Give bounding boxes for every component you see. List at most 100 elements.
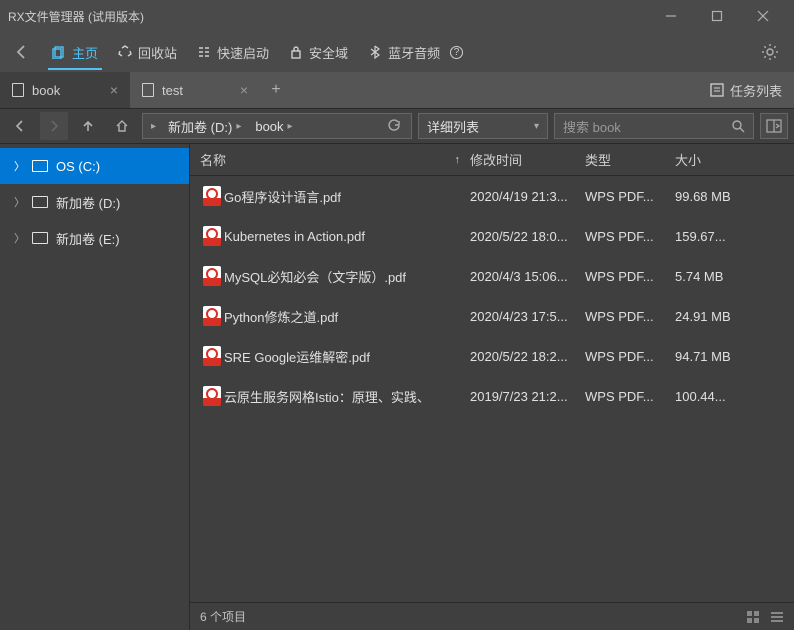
tree-item-label: 新加卷 (E:) [56,229,120,248]
tab-doc-icon [12,83,24,97]
tab-label: book [32,83,60,98]
file-row[interactable]: Go程序设计语言.pdf2020/4/19 21:3...WPS PDF...9… [190,176,794,216]
menu-item-1[interactable]: 回收站 [108,34,187,70]
breadcrumb-root-icon: ▸ [147,121,160,132]
file-type: WPS PDF... [585,229,675,244]
file-row[interactable]: SRE Google运维解密.pdf2020/5/22 18:2...WPS P… [190,336,794,376]
pdf-file-icon [200,266,224,286]
search-icon [731,119,745,133]
sort-arrow-icon: ↑ [455,154,461,166]
file-size: 24.91 MB [675,309,765,324]
file-row[interactable]: Python修炼之道.pdf2020/4/23 17:5...WPS PDF..… [190,296,794,336]
tree-item-1[interactable]: 〉 新加卷 (D:) [0,184,189,220]
view-mode-select[interactable]: 详细列表 ▾ [418,113,548,139]
menu-item-label: 主页 [72,43,98,62]
tab-close-button[interactable]: × [240,82,248,98]
file-date: 2020/5/22 18:2... [470,349,585,364]
pdf-file-icon [200,306,224,326]
nav-home-button[interactable] [108,112,136,140]
tree-expand-icon[interactable]: 〉 [14,194,24,210]
pdf-file-icon [200,186,224,206]
column-headers: 名称↑ 修改时间 类型 大小 [190,144,794,176]
file-size: 159.67... [675,229,765,244]
tree-item-label: 新加卷 (D:) [56,193,120,212]
tree-item-2[interactable]: 〉 新加卷 (E:) [0,220,189,256]
tab-label: test [162,83,183,98]
disk-icon [32,160,48,172]
refresh-button[interactable] [381,119,407,133]
pdf-file-icon [200,386,224,406]
file-name: Kubernetes in Action.pdf [224,229,470,244]
file-date: 2020/4/23 17:5... [470,309,585,324]
breadcrumb-segment[interactable]: book▸ [249,114,298,138]
tasklist-button[interactable]: 任务列表 [698,72,794,108]
file-type: WPS PDF... [585,389,675,404]
file-date: 2020/4/3 15:06... [470,269,585,284]
file-date: 2020/4/19 21:3... [470,189,585,204]
file-size: 94.71 MB [675,349,765,364]
menu-back-button[interactable] [6,44,38,60]
chevron-down-icon: ▾ [534,121,539,132]
file-name: 云原生服务网格Istio：原理、实践、 [224,387,470,406]
column-header-type[interactable]: 类型 [585,150,675,169]
tab-0[interactable]: book × [0,72,130,108]
file-size: 5.74 MB [675,269,765,284]
file-row[interactable]: MySQL必知必会（文字版）.pdf2020/4/3 15:06...WPS P… [190,256,794,296]
sidebar: 〉OS (C:)〉新加卷 (D:)〉新加卷 (E:) [0,144,190,630]
maximize-button[interactable] [694,0,740,32]
menu-item-0[interactable]: 主页 [42,34,108,70]
nav-up-button[interactable] [74,112,102,140]
breadcrumb[interactable]: ▸ 新加卷 (D:)▸ book▸ [142,113,412,139]
status-count: 6 个项目 [200,608,246,625]
file-row[interactable]: 云原生服务网格Istio：原理、实践、2019/7/23 21:2...WPS … [190,376,794,416]
file-row[interactable]: Kubernetes in Action.pdf2020/5/22 18:0..… [190,216,794,256]
file-name: Python修炼之道.pdf [224,307,470,326]
menubar: 主页回收站快速启动 安全域蓝牙音频? [0,32,794,72]
column-header-date[interactable]: 修改时间 [470,150,585,169]
search-placeholder: 搜索 book [563,117,621,136]
disk-icon [32,232,48,244]
tree-expand-icon[interactable]: 〉 [14,158,24,174]
file-date: 2020/5/22 18:0... [470,229,585,244]
breadcrumb-segment[interactable]: 新加卷 (D:)▸ [162,114,247,138]
status-list-icon[interactable] [770,610,784,624]
menu-item-4[interactable]: 蓝牙音频? [358,34,473,70]
file-size: 100.44... [675,389,765,404]
menu-item-label: 蓝牙音频 [388,43,440,62]
nav-back-button[interactable] [6,112,34,140]
recycle-icon [118,45,132,59]
dual-pane-button[interactable] [760,113,788,139]
column-header-size[interactable]: 大小 [675,150,765,169]
pdf-file-icon [200,226,224,246]
nav-forward-button[interactable] [40,112,68,140]
tree-expand-icon[interactable]: 〉 [14,230,24,246]
close-button[interactable] [740,0,786,32]
tasklist-icon [710,83,724,97]
disk-icon [32,196,48,208]
tabbar: book × test × + 任务列表 [0,72,794,108]
menu-item-2[interactable]: 快速启动 [187,34,279,70]
tree-item-0[interactable]: 〉 OS (C:) [0,148,189,184]
settings-button[interactable] [752,43,788,61]
tab-1[interactable]: test × [130,72,260,108]
new-tab-button[interactable]: + [260,72,292,108]
file-name: Go程序设计语言.pdf [224,187,470,206]
search-input[interactable]: 搜索 book [554,113,754,139]
titlebar: RX文件管理器 (试用版本) [0,0,794,32]
quicklaunch-icon [197,45,211,59]
column-header-name[interactable]: 名称↑ [200,150,470,169]
minimize-button[interactable] [648,0,694,32]
addressbar: ▸ 新加卷 (D:)▸ book▸ 详细列表 ▾ 搜索 book [0,108,794,144]
tab-doc-icon [142,83,154,97]
file-pane: 名称↑ 修改时间 类型 大小 Go程序设计语言.pdf2020/4/19 21:… [190,144,794,630]
tree-item-label: OS (C:) [56,159,100,174]
statusbar: 6 个项目 [190,602,794,630]
file-type: WPS PDF... [585,189,675,204]
file-type: WPS PDF... [585,349,675,364]
tab-close-button[interactable]: × [110,82,118,98]
file-date: 2019/7/23 21:2... [470,389,585,404]
file-type: WPS PDF... [585,269,675,284]
status-grid-icon[interactable] [746,610,760,624]
menu-item-3[interactable]: 安全域 [279,34,358,70]
menu-item-label: 安全域 [309,43,348,62]
